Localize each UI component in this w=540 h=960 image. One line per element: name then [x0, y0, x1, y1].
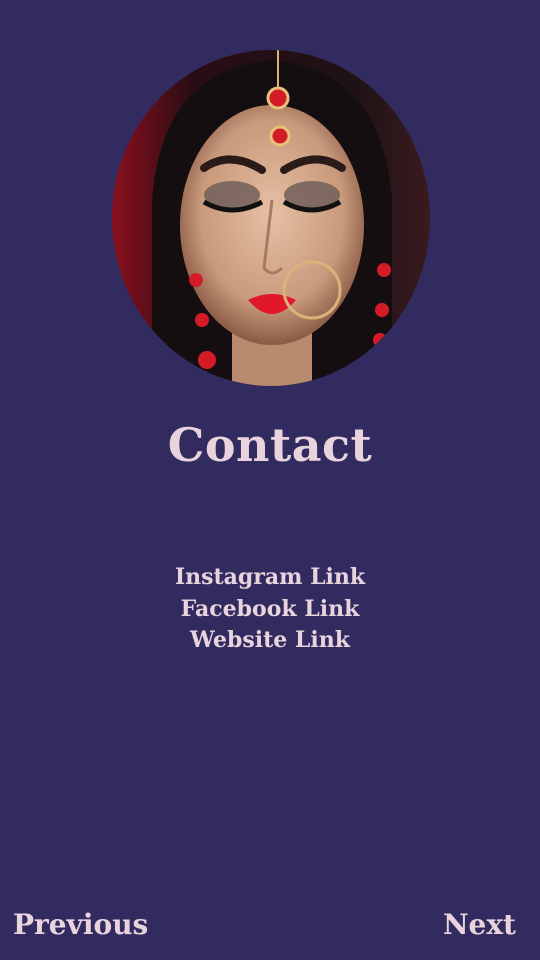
next-button[interactable]: Next: [443, 908, 516, 941]
previous-button[interactable]: Previous: [13, 908, 148, 941]
portrait-photo-icon: [112, 50, 430, 386]
instagram-link[interactable]: Instagram Link: [0, 562, 540, 594]
website-link[interactable]: Website Link: [0, 625, 540, 657]
contact-links: Instagram Link Facebook Link Website Lin…: [0, 562, 540, 657]
page-title: Contact: [167, 418, 373, 472]
profile-portrait-image: [112, 50, 430, 386]
facebook-link[interactable]: Facebook Link: [0, 594, 540, 626]
